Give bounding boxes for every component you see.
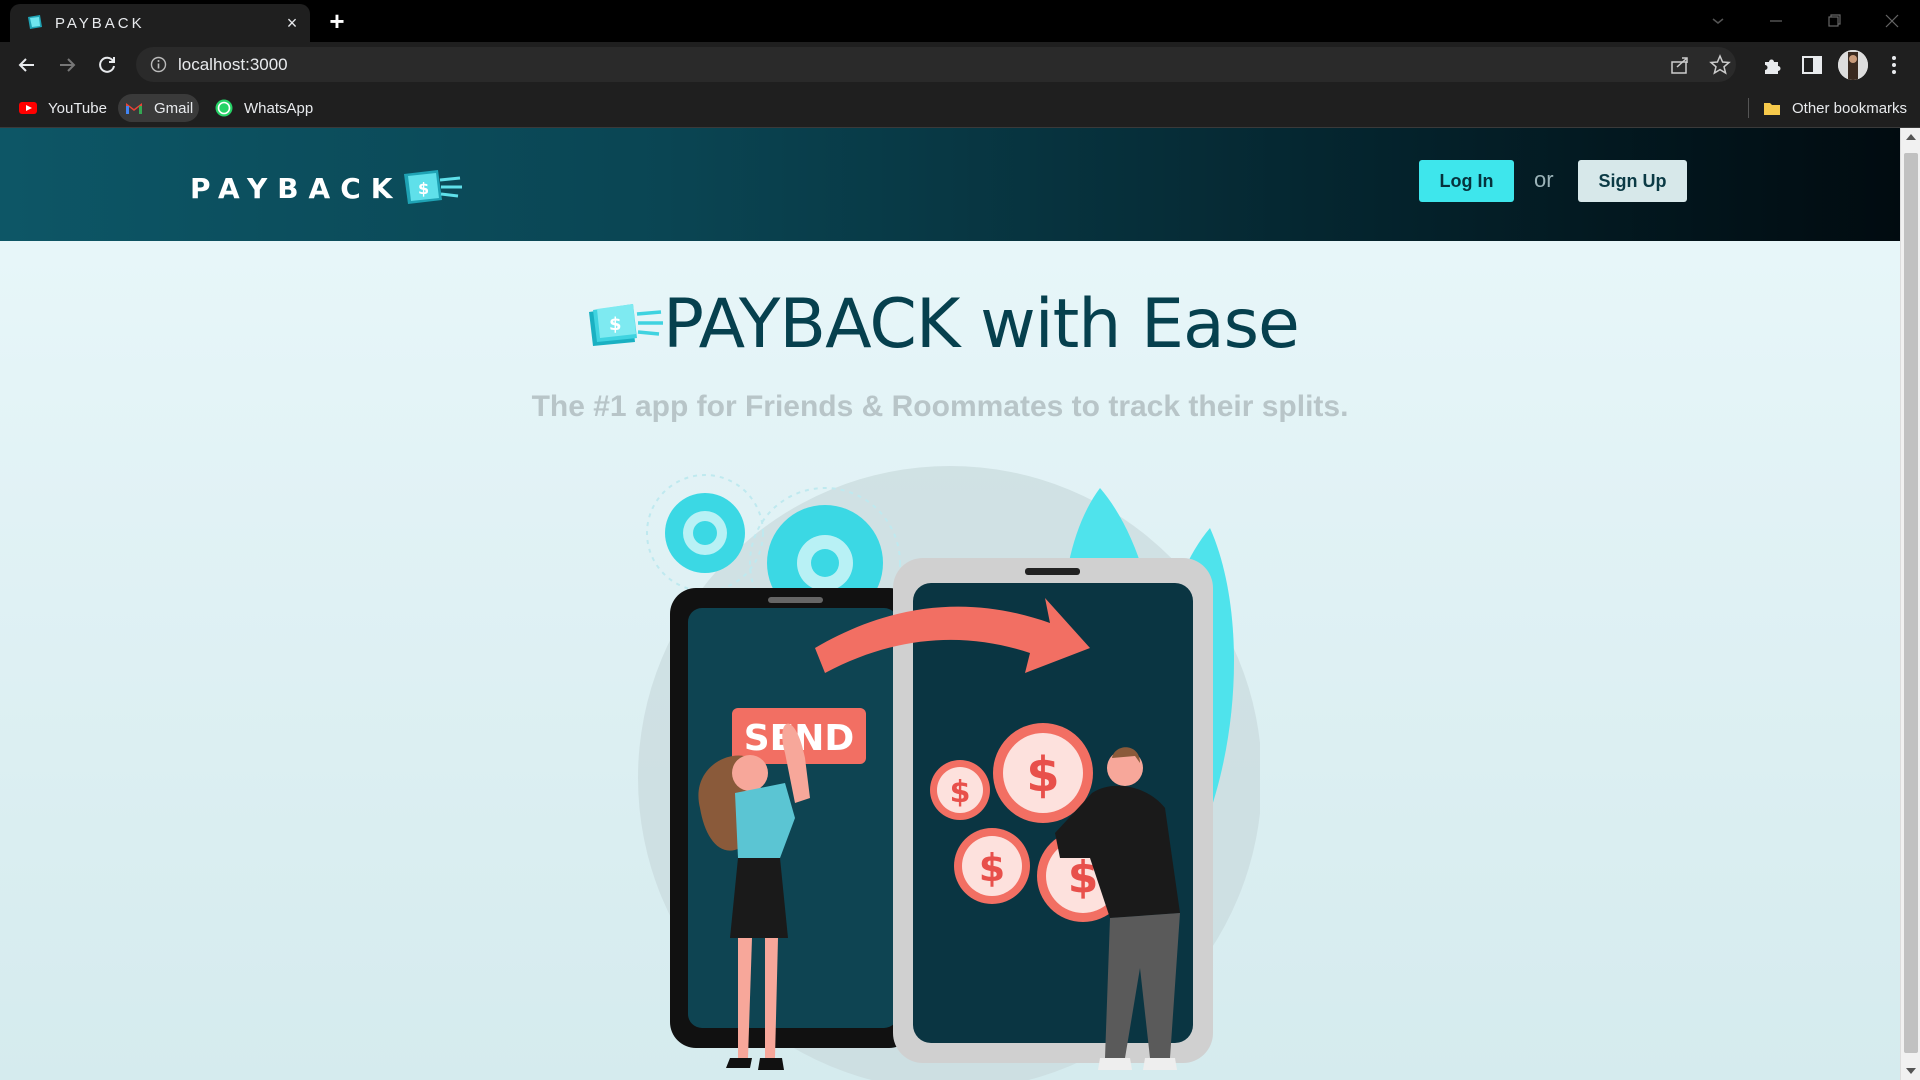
bookmarks-bar: YouTube Gmail WhatsApp Other bookmarks [0,88,1920,128]
url-text[interactable]: localhost:3000 [178,55,288,75]
money-logo-icon: $ [589,303,663,346]
svg-text:$: $ [979,846,1005,890]
gmail-icon [126,103,142,114]
payback-favicon-icon [28,15,42,29]
other-bookmarks[interactable]: Other bookmarks [1756,94,1913,122]
side-panel-icon[interactable] [1800,53,1824,77]
gear-icon [646,474,764,592]
restore-icon[interactable] [1822,9,1846,33]
omnibox[interactable]: localhost:3000 [136,47,1736,82]
login-button[interactable]: Log In [1419,160,1514,202]
browser-tab-strip: PAYBACK × + [0,0,1920,42]
bookmark-youtube[interactable]: YouTube [12,94,113,122]
svg-text:$: $ [1026,747,1059,803]
site-info-icon[interactable] [150,56,167,73]
folder-icon [1764,103,1780,115]
address-bar-row: localhost:3000 [0,42,1920,88]
tab-search-icon[interactable] [1706,9,1730,33]
brand-name: PAYBACK [190,171,403,205]
dollar-coin-icon: $ [993,723,1093,823]
bookmarks-separator [1748,98,1749,118]
page-viewport: PAYBACK $ Log In or Sign Up $ PAYBACK wi… [0,128,1900,1080]
share-icon[interactable] [1669,54,1691,76]
tab-close-icon[interactable]: × [282,13,302,33]
bookmark-star-icon[interactable] [1709,54,1731,76]
scroll-down-arrow-icon[interactable] [1906,1068,1916,1074]
bookmark-whatsapp[interactable]: WhatsApp [208,94,319,122]
page-scrollbar[interactable] [1900,128,1920,1080]
dollar-coin-icon: $ [930,760,990,820]
svg-text:$: $ [950,775,971,810]
scroll-up-arrow-icon[interactable] [1906,134,1916,140]
site-header: PAYBACK $ Log In or Sign Up [0,128,1900,241]
scrollbar-thumb[interactable] [1904,153,1918,1053]
other-bookmarks-label: Other bookmarks [1792,99,1908,117]
svg-text:$: $ [418,179,429,198]
signup-button[interactable]: Sign Up [1578,160,1687,202]
browser-tab[interactable]: PAYBACK × [10,4,310,42]
send-money-illustration: SEND $ $ $ $ [638,466,1260,1080]
extensions-puzzle-icon[interactable] [1760,53,1784,77]
bookmark-label: Gmail [154,99,194,117]
brand-logo-link[interactable]: PAYBACK $ [190,168,464,208]
new-tab-button[interactable]: + [324,8,350,35]
bookmark-label: YouTube [48,99,107,117]
dollar-coin-icon: $ [954,828,1030,904]
money-logo-icon: $ [404,170,463,204]
hero-title: $ PAYBACK with Ease [585,285,1300,364]
tab-title: PAYBACK [55,15,145,32]
hero-subtitle: The #1 app for Friends & Roommates to tr… [531,390,1349,423]
back-arrow-icon[interactable] [13,51,41,79]
minimize-icon[interactable] [1764,9,1788,33]
bookmark-gmail[interactable]: Gmail [118,94,200,122]
youtube-icon [19,102,37,114]
close-window-icon[interactable] [1880,9,1904,33]
svg-text:$: $ [609,314,622,335]
forward-arrow-icon[interactable] [53,51,81,79]
hero-heading: PAYBACK with Ease [663,285,1300,364]
kebab-menu-icon[interactable] [1882,53,1906,77]
whatsapp-icon [215,99,233,117]
bookmark-label: WhatsApp [244,99,314,117]
reload-icon[interactable] [93,51,121,79]
or-separator: or [1534,167,1554,192]
profile-avatar[interactable] [1838,50,1868,80]
